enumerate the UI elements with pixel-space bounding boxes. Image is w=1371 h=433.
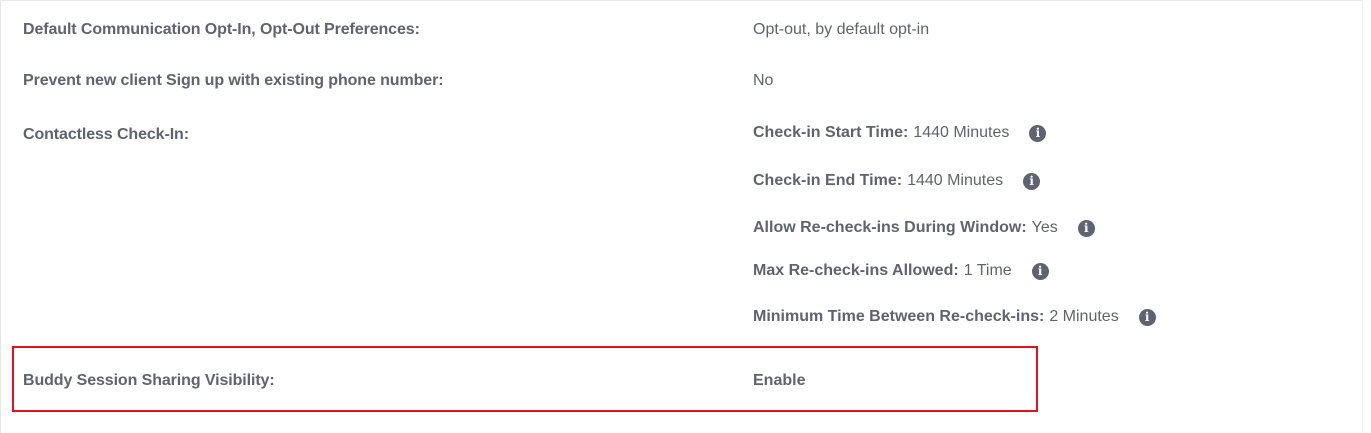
setting-value-buddy: Enable	[753, 372, 806, 389]
contactless-item-min-time: Minimum Time Between Re-check-ins: 2 Min…	[753, 308, 1156, 326]
panel-top-border	[1, 0, 1363, 1]
contactless-item-end: Check-in End Time: 1440 Minutes i	[753, 172, 1041, 190]
panel-right-border	[1362, 0, 1363, 433]
setting-label-contactless: Contactless Check-In:	[23, 126, 189, 143]
contactless-item-value: Yes	[1031, 219, 1058, 236]
setting-value-phone: No	[753, 72, 774, 89]
contactless-item-max: Max Re-check-ins Allowed: 1 Time i	[753, 262, 1049, 280]
contactless-item-key: Allow Re-check-ins During Window:	[753, 219, 1027, 236]
contactless-item-key: Minimum Time Between Re-check-ins:	[753, 308, 1045, 325]
contactless-item-value: 1440 Minutes	[913, 124, 1010, 141]
setting-label-phone: Prevent new client Sign up with existing…	[23, 72, 444, 89]
info-icon[interactable]: i	[1138, 308, 1156, 326]
info-icon[interactable]: i	[1029, 124, 1047, 142]
contactless-item-value: 1 Time	[963, 262, 1012, 279]
contactless-item-value: 2 Minutes	[1049, 308, 1119, 325]
contactless-item-key: Max Re-check-ins Allowed:	[753, 262, 959, 279]
contactless-item-start: Check-in Start Time: 1440 Minutes i	[753, 124, 1047, 142]
contactless-item-recheck: Allow Re-check-ins During Window: Yes i	[753, 219, 1095, 237]
contactless-item-key: Check-in Start Time:	[753, 124, 909, 141]
setting-label-optin: Default Communication Opt-In, Opt-Out Pr…	[23, 21, 420, 38]
settings-panel: Default Communication Opt-In, Opt-Out Pr…	[0, 0, 1371, 433]
contactless-item-value: 1440 Minutes	[907, 172, 1004, 189]
setting-value-optin: Opt-out, by default opt-in	[753, 21, 930, 38]
setting-label-buddy: Buddy Session Sharing Visibility:	[23, 372, 275, 389]
info-icon[interactable]: i	[1031, 262, 1049, 280]
contactless-item-key: Check-in End Time:	[753, 172, 903, 189]
info-icon[interactable]: i	[1077, 219, 1095, 237]
info-icon[interactable]: i	[1023, 172, 1041, 190]
